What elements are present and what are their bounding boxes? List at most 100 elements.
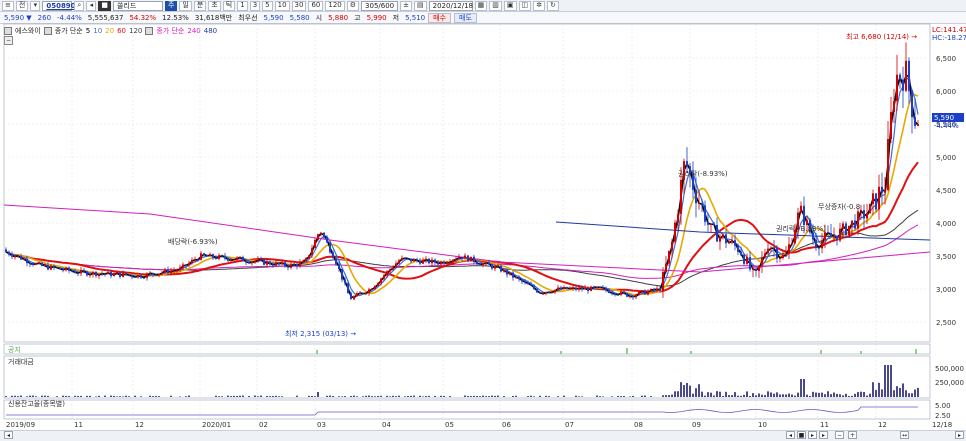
- hc-readout: HC:-18.27: [932, 34, 966, 42]
- candle-body: [449, 262, 451, 263]
- candle-body: [296, 264, 298, 267]
- scroll-left-icon[interactable]: ◂: [4, 431, 13, 439]
- candle-body: [320, 232, 322, 235]
- candle-body: [770, 247, 772, 249]
- candle-body: [857, 211, 859, 229]
- candle-body: [764, 253, 766, 258]
- candle-body: [350, 293, 352, 300]
- candle-body: [560, 287, 562, 289]
- notice-bar: [626, 348, 628, 354]
- volume-bar: [749, 395, 751, 397]
- volume-bar: [881, 389, 883, 397]
- volume-bar: [737, 395, 739, 397]
- y-tick-label: 3,000: [936, 286, 956, 294]
- volume-bar: [857, 392, 859, 397]
- volume-bar: [902, 383, 904, 397]
- candle-body: [875, 193, 877, 210]
- candle-body: [911, 90, 913, 118]
- volume-bar: [266, 395, 268, 397]
- candle-body: [890, 112, 892, 140]
- candle-body: [749, 257, 751, 270]
- zoom-out-icon[interactable]: −: [835, 431, 844, 439]
- volume-bar: [764, 395, 766, 397]
- candle-body: [398, 260, 400, 264]
- candle-body: [395, 263, 397, 268]
- candle-body: [110, 271, 112, 277]
- high-annotation: 최고 6,680 (12/14) →: [846, 32, 917, 41]
- volume-bar: [746, 391, 748, 397]
- x-tick-label: 07: [565, 421, 574, 429]
- scroll-right-icon[interactable]: ▸: [955, 431, 964, 439]
- candle-body: [152, 272, 154, 275]
- credit-panel-frame: [3, 399, 931, 420]
- candle-body: [101, 273, 103, 275]
- candle-body: [908, 60, 910, 91]
- volume-bar: [122, 396, 124, 397]
- candle-body: [527, 282, 529, 285]
- x-tick-label: 12: [878, 421, 887, 429]
- candle-body: [530, 284, 532, 286]
- candle-body: [242, 257, 244, 262]
- volume-bar: [275, 395, 277, 397]
- candle-body: [134, 276, 136, 278]
- candle-body: [812, 232, 814, 240]
- candle-body: [722, 234, 724, 237]
- volume-bar: [134, 395, 136, 397]
- candle-body: [851, 220, 853, 226]
- candle-body: [44, 265, 46, 267]
- candle-body: [314, 239, 316, 249]
- volume-bar: [344, 396, 346, 397]
- candle-body: [788, 244, 790, 255]
- volume-bar: [278, 396, 280, 397]
- volume-bar: [479, 396, 481, 397]
- candle-body: [71, 270, 73, 272]
- volume-bar: [386, 395, 388, 397]
- candle-body: [443, 261, 445, 264]
- candle-body: [92, 271, 94, 275]
- volume-bar: [239, 395, 241, 397]
- candle-body: [698, 203, 700, 204]
- first-icon[interactable]: ◂: [786, 431, 795, 439]
- volume-bar: [650, 396, 652, 397]
- candle-body: [713, 223, 715, 225]
- volume-bar: [539, 395, 541, 397]
- volume-bar: [314, 396, 316, 397]
- play-icon[interactable]: ▸: [808, 431, 817, 439]
- volume-bar: [17, 396, 19, 397]
- volume-bar: [512, 395, 514, 397]
- candle-body: [179, 267, 181, 271]
- volume-bar: [227, 395, 229, 397]
- dividend-annotation-1: 배당락(-6.93%): [168, 237, 218, 246]
- volume-bar: [128, 396, 130, 397]
- volume-bar: [785, 394, 787, 397]
- volume-bar: [125, 395, 127, 397]
- candle-body: [29, 263, 31, 264]
- last-icon[interactable]: ▸: [819, 431, 828, 439]
- candle-body: [695, 189, 697, 204]
- volume-bar: [770, 392, 772, 397]
- candle-body: [455, 258, 457, 260]
- zoom-in-icon[interactable]: +: [848, 431, 857, 439]
- volume-bar: [80, 395, 82, 397]
- stop-icon[interactable]: ■: [797, 431, 806, 439]
- candle-body: [236, 257, 238, 260]
- fit-icon[interactable]: ↔: [900, 431, 909, 439]
- price-chart[interactable]: 6,5006,0005,5005,0004,5004,0003,5003,000…: [0, 0, 966, 440]
- candle-body: [182, 264, 184, 268]
- volume-bar: [854, 393, 856, 397]
- volume-bar: [389, 396, 391, 397]
- candle-body: [917, 124, 919, 126]
- volume-panel: [5, 348, 919, 397]
- volume-bar: [818, 392, 820, 397]
- candle-body: [500, 265, 502, 272]
- volume-bar: [329, 395, 331, 397]
- volume-bar: [74, 395, 76, 397]
- volume-bar: [260, 395, 262, 397]
- candle-body: [53, 265, 55, 268]
- notice-panel-frame: [3, 343, 931, 355]
- candle-body: [302, 261, 304, 263]
- volume-bar: [155, 395, 157, 397]
- volume-bar: [350, 395, 352, 397]
- candle-body: [32, 263, 34, 265]
- candle-body: [548, 292, 550, 293]
